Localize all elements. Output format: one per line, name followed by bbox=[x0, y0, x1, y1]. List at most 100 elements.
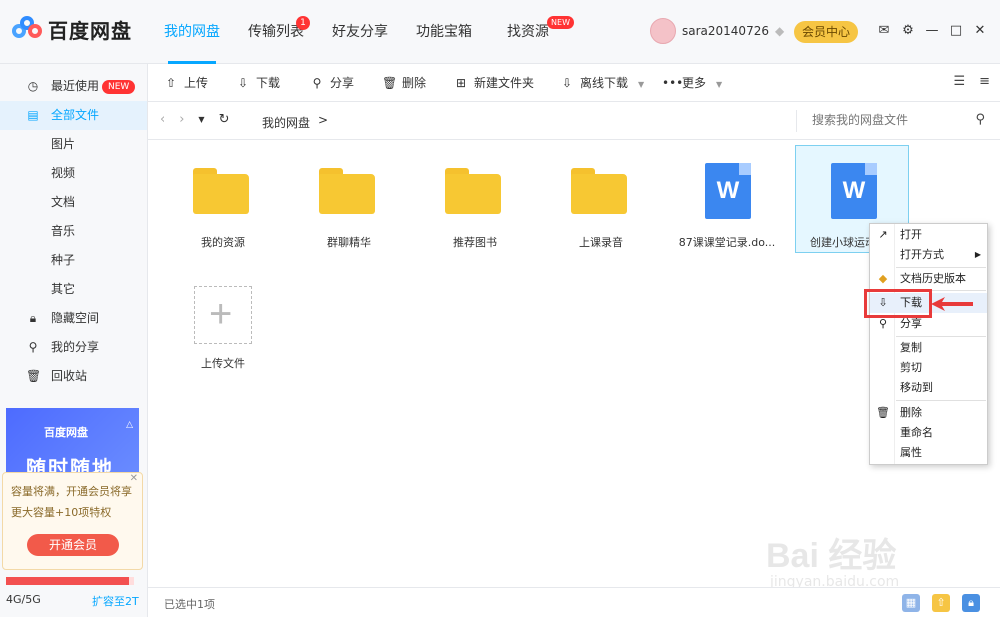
menu-item-open-with[interactable]: 打开方式 ▶ bbox=[870, 245, 987, 265]
download-highlight-box bbox=[864, 289, 932, 318]
close-icon[interactable]: ✕ bbox=[972, 22, 988, 40]
search-input[interactable] bbox=[812, 113, 962, 127]
version-history-icon: ◆ bbox=[878, 272, 888, 285]
back-icon[interactable]: ‹ bbox=[160, 112, 165, 128]
file-item-folder[interactable]: 上课录音 bbox=[544, 146, 658, 254]
forward-icon[interactable]: › bbox=[179, 112, 184, 128]
file-item-folder[interactable]: 我的资源 bbox=[166, 146, 280, 254]
maximize-icon[interactable]: □ bbox=[948, 22, 964, 40]
tab-my-disk[interactable]: 我的网盘 bbox=[150, 0, 234, 64]
download-button[interactable]: ⇩ 下载 bbox=[236, 64, 280, 102]
file-item-folder[interactable]: 群聊精华 bbox=[292, 146, 406, 254]
menu-item-delete[interactable]: 🗑︎ 删除 bbox=[870, 403, 987, 423]
sidebar-item-videos[interactable]: 视频 bbox=[0, 159, 147, 188]
menu-item-open[interactable]: ↗ 打开 bbox=[870, 225, 987, 245]
document-icon: ▤ bbox=[27, 108, 39, 122]
tab-friend-share[interactable]: 好友分享 bbox=[318, 0, 402, 64]
file-name: 上课录音 bbox=[579, 236, 623, 249]
more-icon: ••• bbox=[662, 76, 684, 90]
share-button[interactable]: ⚲ 分享 bbox=[310, 64, 354, 102]
delete-button[interactable]: 🗑︎ 删除 bbox=[382, 64, 426, 102]
diamond-icon: ◆ bbox=[774, 24, 785, 38]
clock-icon: ◷ bbox=[27, 79, 39, 93]
lock-icon[interactable]: 🔒︎ bbox=[962, 594, 980, 612]
offline-download-button[interactable]: ⇩ 离线下载 ▼ bbox=[560, 64, 644, 102]
refresh-icon[interactable]: ↻ bbox=[219, 112, 230, 128]
more-button[interactable]: •••更多 ▼ bbox=[662, 64, 722, 102]
menu-item-move-to[interactable]: 移动到 bbox=[870, 378, 987, 398]
sidebar-item-my-shares[interactable]: ⚲ 我的分享 bbox=[0, 333, 147, 362]
capacity-tip-text: 容量将满，开通会员将享更大容量+10项特权 bbox=[11, 485, 132, 519]
upgrade-link[interactable]: 扩容至2T bbox=[92, 593, 139, 609]
sidebar-item-torrents[interactable]: 种子 bbox=[0, 246, 147, 275]
chevron-down-icon: ▼ bbox=[716, 80, 723, 89]
sort-icon[interactable]: ☰ bbox=[953, 74, 965, 89]
trash-icon: 🗑︎ bbox=[382, 76, 398, 90]
search-box: ⚲ bbox=[796, 110, 991, 132]
main-nav: 我的网盘 传输列表 1 好友分享 功能宝箱 找资源 NEW bbox=[150, 0, 574, 64]
upload-tile[interactable]: + 上传文件 bbox=[166, 286, 280, 394]
list-view-icon[interactable]: ≡ bbox=[979, 74, 990, 89]
settings-icon[interactable]: ⚙ bbox=[900, 22, 916, 40]
file-item-word-doc[interactable]: W 87课课堂记录.do... bbox=[670, 146, 784, 254]
sidebar-item-hidden-space[interactable]: 🔒︎ 隐藏空间 bbox=[0, 304, 147, 333]
sidebar-item-other[interactable]: 其它 bbox=[0, 275, 147, 304]
new-badge: NEW bbox=[547, 16, 574, 29]
history-dropdown-icon[interactable]: ▼ bbox=[198, 112, 204, 128]
file-item-folder[interactable]: 推荐图书 bbox=[418, 146, 532, 254]
add-icon: + bbox=[194, 286, 252, 344]
window-controls: ✉ ⚙ — □ ✕ bbox=[876, 22, 988, 40]
word-doc-icon: W bbox=[705, 163, 751, 219]
sidebar: ◷ 最近使用 NEW ▤ 全部文件 图片 视频 文档 音乐 种子 其它 🔒︎ 隐… bbox=[0, 64, 148, 617]
breadcrumb-separator: > bbox=[318, 113, 329, 127]
transfer-count-badge: 1 bbox=[296, 16, 310, 30]
folder-icon bbox=[319, 168, 375, 214]
upload-transfer-icon[interactable]: ⇧ bbox=[932, 594, 950, 612]
vip-center-button[interactable]: 会员中心 bbox=[794, 21, 858, 43]
toolbar: ⇧ 上传 ⇩ 下载 ⚲ 分享 🗑︎ 删除 ⊞ 新建文件夹 ⇩ 离线下载 ▼ •••更多 ▼ ☰ … bbox=[148, 64, 1000, 102]
mail-icon[interactable]: ✉ bbox=[876, 22, 892, 40]
menu-item-copy[interactable]: 复制 bbox=[870, 338, 987, 358]
sidebar-item-recycle-bin[interactable]: 🗑︎ 回收站 bbox=[0, 362, 147, 391]
minimize-icon[interactable]: — bbox=[924, 22, 940, 40]
search-icon[interactable]: ⚲ bbox=[975, 112, 985, 127]
sidebar-item-music[interactable]: 音乐 bbox=[0, 217, 147, 246]
file-name: 我的资源 bbox=[201, 236, 245, 249]
sidebar-item-images[interactable]: 图片 bbox=[0, 130, 147, 159]
menu-item-version-history[interactable]: ◆ 文档历史版本 bbox=[870, 269, 987, 289]
tab-toolbox[interactable]: 功能宝箱 bbox=[402, 0, 486, 64]
apps-icon[interactable]: ▦ bbox=[902, 594, 920, 612]
tab-find-resources[interactable]: 找资源 NEW bbox=[486, 0, 574, 64]
top-bar: 百度网盘 我的网盘 传输列表 1 好友分享 功能宝箱 找资源 NEW sara201… bbox=[0, 0, 1000, 64]
new-folder-button[interactable]: ⊞ 新建文件夹 bbox=[454, 64, 534, 102]
breadcrumb[interactable]: 我的网盘 bbox=[262, 114, 310, 131]
folder-icon bbox=[193, 168, 249, 214]
user-info[interactable]: sara20140726 ◆ bbox=[650, 18, 784, 44]
history-nav: ‹ › ▼ ↻ bbox=[160, 112, 229, 128]
promo-banner[interactable]: 百度网盘 △ 随时随地 bbox=[6, 408, 139, 478]
word-doc-icon: W bbox=[831, 163, 877, 219]
sidebar-item-all-files[interactable]: ▤ 全部文件 bbox=[0, 101, 147, 130]
trash-icon: 🗑︎ bbox=[876, 406, 890, 419]
upload-icon: ⇧ bbox=[165, 76, 177, 90]
capacity-tip: ✕ 容量将满，开通会员将享更大容量+10项特权 开通会员 bbox=[2, 472, 143, 570]
file-name: 群聊精华 bbox=[327, 236, 371, 249]
baidu-netdisk-logo-icon bbox=[12, 14, 42, 44]
banner-brand: 百度网盘 bbox=[44, 426, 88, 439]
file-name: 推荐图书 bbox=[453, 236, 497, 249]
chevron-down-icon: ▼ bbox=[638, 80, 645, 89]
upload-button[interactable]: ⇧ 上传 bbox=[164, 64, 208, 102]
file-name: 87课课堂记录.do... bbox=[678, 236, 776, 249]
app-logo[interactable]: 百度网盘 bbox=[12, 14, 132, 44]
open-vip-button[interactable]: 开通会员 bbox=[27, 534, 119, 556]
new-badge: NEW bbox=[102, 80, 136, 94]
avatar[interactable] bbox=[650, 18, 676, 44]
quota-bar-fill bbox=[6, 577, 129, 585]
sidebar-item-docs[interactable]: 文档 bbox=[0, 188, 147, 217]
sidebar-item-recent[interactable]: ◷ 最近使用 NEW bbox=[0, 72, 147, 101]
menu-item-cut[interactable]: 剪切 bbox=[870, 358, 987, 378]
menu-item-rename[interactable]: 重命名 bbox=[870, 423, 987, 443]
status-bar: 已选中1项 ▦ ⇧ 🔒︎ bbox=[148, 587, 1000, 617]
tab-transfer-list[interactable]: 传输列表 1 bbox=[234, 0, 318, 64]
menu-item-properties[interactable]: 属性 bbox=[870, 443, 987, 463]
